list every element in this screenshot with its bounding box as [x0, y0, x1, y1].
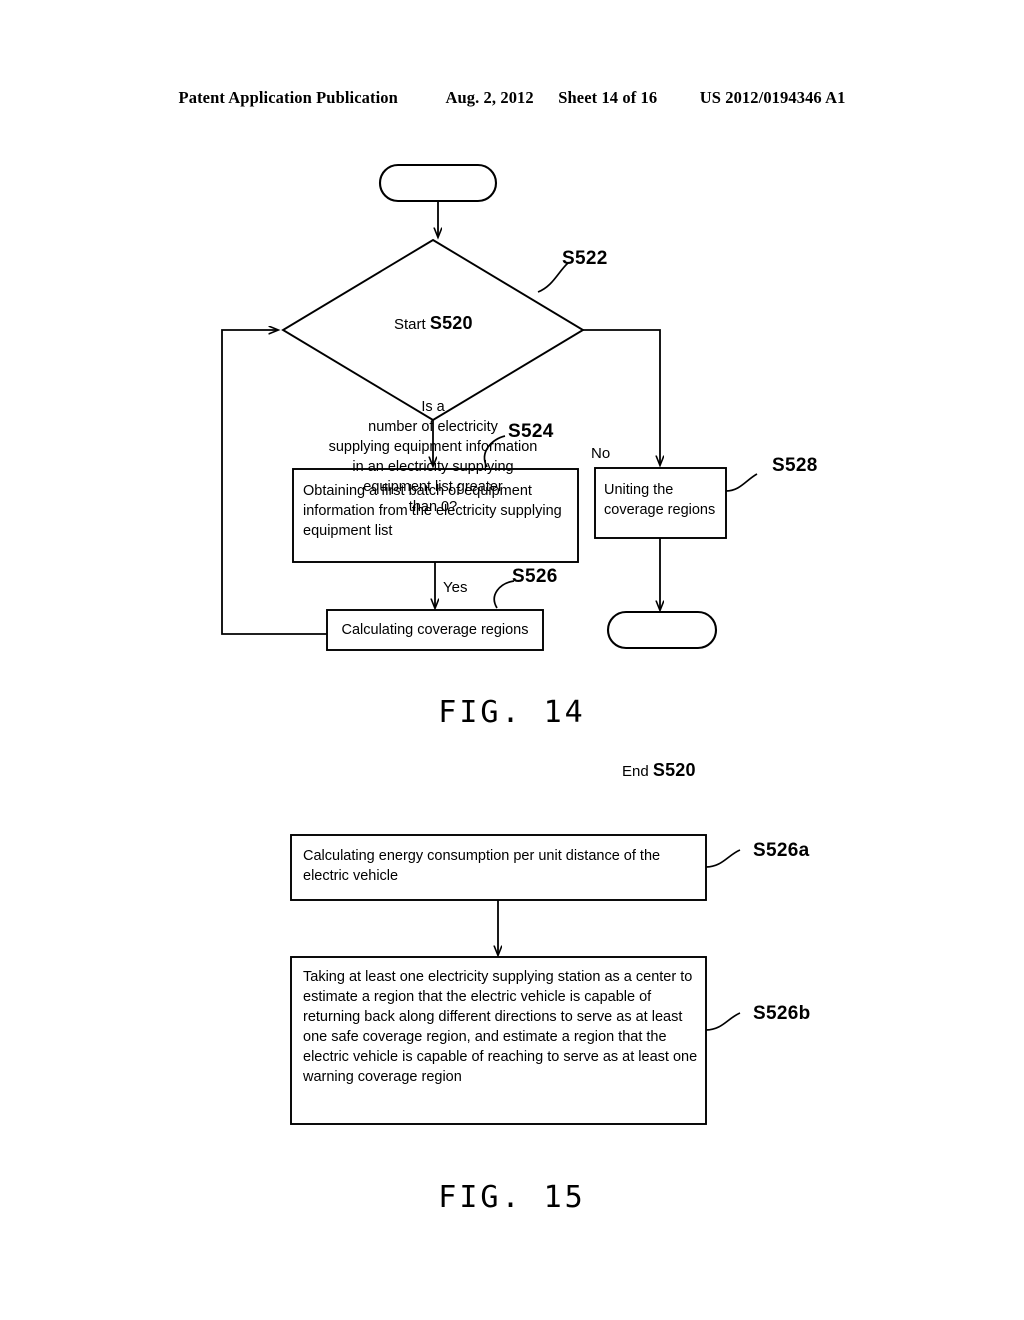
- header-publication: Patent Application Publication: [178, 88, 398, 107]
- ref-label-s526a: S526a: [753, 840, 810, 861]
- figure-14-caption: FIG. 14: [438, 695, 586, 730]
- ref-label-s526b: S526b: [753, 1003, 811, 1024]
- page-header: Patent Application Publication Aug. 2, 2…: [0, 88, 1024, 108]
- start-step: S520: [429, 313, 473, 333]
- end-step: S520: [652, 760, 696, 780]
- leader-s526b: [705, 1012, 741, 1031]
- ref-label-s526: S526: [512, 566, 558, 587]
- header-date: Aug. 2, 2012: [445, 88, 534, 107]
- start-terminator-label: Start S520: [394, 314, 473, 334]
- header-document-number: US 2012/0194346 A1: [699, 88, 846, 107]
- leader-s528: [725, 473, 758, 492]
- ref-label-s522: S522: [562, 248, 608, 269]
- branch-label-no: No: [591, 445, 611, 462]
- header-sheet: Sheet 14 of 16: [558, 88, 658, 107]
- figure-15-caption: FIG. 15: [438, 1180, 586, 1215]
- start-terminator-shape: [378, 163, 498, 203]
- step-s524-text: Obtaining a first batch of equipment inf…: [303, 483, 562, 539]
- branch-label-yes: Yes: [443, 579, 468, 596]
- figure-15: Calculating energy consumption per unit …: [0, 810, 1024, 1270]
- end-label: End: [622, 763, 649, 780]
- ref-label-s528: S528: [772, 455, 818, 476]
- step-s526a-text: Calculating energy consumption per unit …: [303, 848, 661, 884]
- step-s526b-text: Taking at least one electricity supplyin…: [303, 969, 698, 1085]
- leader-s526a: [705, 849, 741, 868]
- figure-14: Start S520 Is a number of electricity su…: [0, 140, 1024, 780]
- step-s526-text: Calculating coverage regions: [341, 622, 529, 638]
- step-s528-text: Uniting the coverage regions: [604, 482, 716, 518]
- end-terminator-shape: [606, 610, 718, 650]
- end-terminator-label: End S520: [622, 761, 696, 781]
- ref-label-s524: S524: [508, 421, 554, 442]
- start-label: Start: [394, 316, 426, 333]
